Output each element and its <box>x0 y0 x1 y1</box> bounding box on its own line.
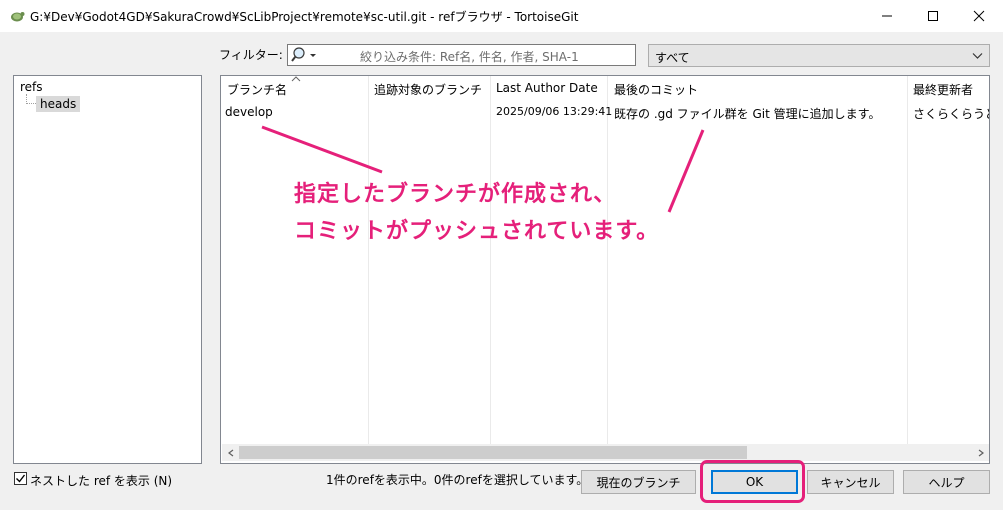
filter-label: フィルター: <box>219 48 283 62</box>
window-title: G:¥Dev¥Godot4GD¥SakuraCrowd¥ScLibProject… <box>30 10 579 24</box>
cell-author-date: 2025/09/06 13:29:41 <box>496 105 613 118</box>
column-header-tracked[interactable]: 追跡対象のブランチ <box>374 81 482 98</box>
minimize-icon <box>882 15 892 17</box>
chevron-left-icon <box>227 449 233 456</box>
maximize-button[interactable] <box>910 0 956 32</box>
annotation-text-line1: 指定したブランチが作成され、 <box>294 182 617 207</box>
current-branch-button[interactable]: 現在のブランチ <box>581 470 696 494</box>
tree-connector <box>26 94 36 104</box>
scroll-right-button[interactable] <box>972 444 989 461</box>
column-header-last-commit[interactable]: 最後のコミット <box>614 81 698 98</box>
sort-ascending-icon <box>291 76 301 82</box>
chevron-right-icon <box>978 449 984 456</box>
ref-list[interactable]: ブランチ名 追跡対象のブランチ Last Author Date 最後のコミット… <box>220 75 990 464</box>
filter-input[interactable]: 絞り込み条件: Ref名, 件名, 作者, SHA-1 <box>287 44 636 66</box>
column-header-branch[interactable]: ブランチ名 <box>227 81 287 98</box>
filter-placeholder: 絞り込み条件: Ref名, 件名, 作者, SHA-1 <box>360 50 579 64</box>
tree-node-refs[interactable]: refs <box>20 80 43 94</box>
magnifier-icon[interactable] <box>290 46 318 64</box>
cancel-button[interactable]: キャンセル <box>807 470 894 494</box>
help-button[interactable]: ヘルプ <box>903 470 990 494</box>
minimize-button[interactable] <box>864 0 910 32</box>
chevron-down-icon <box>972 53 983 59</box>
close-button[interactable] <box>956 0 1002 32</box>
ref-tree[interactable]: refs heads <box>13 75 202 464</box>
annotation-text-line2: コミットがプッシュされています。 <box>294 219 660 244</box>
column-divider[interactable] <box>607 76 608 444</box>
column-divider[interactable] <box>907 76 908 444</box>
column-header-author-date[interactable]: Last Author Date <box>496 81 598 95</box>
maximize-icon <box>928 11 938 21</box>
filter-scope-value: すべて <box>655 51 690 65</box>
close-icon <box>973 10 985 22</box>
nested-ref-label[interactable]: ネストした ref を表示 (N) <box>30 472 172 489</box>
status-text: 1件のrefを表示中。0件のrefを選択しています。 <box>326 473 589 487</box>
cell-branch[interactable]: develop <box>225 105 273 119</box>
cell-last-commit: 既存の .gd ファイル群を Git 管理に追加します。 <box>614 107 881 121</box>
column-divider[interactable] <box>490 76 491 444</box>
checkmark-icon <box>16 474 26 483</box>
ok-highlight-frame <box>700 460 805 503</box>
tortoisegit-app-icon <box>11 12 25 22</box>
scroll-thumb[interactable] <box>239 446 747 459</box>
cell-last-updater: さくらくらうど <box>913 107 990 121</box>
column-header-last-updater[interactable]: 最終更新者 <box>913 81 973 98</box>
scroll-left-button[interactable] <box>222 444 239 461</box>
nested-ref-checkbox[interactable] <box>14 472 27 485</box>
title-bar[interactable]: G:¥Dev¥Godot4GD¥SakuraCrowd¥ScLibProject… <box>0 0 1003 32</box>
filter-scope-select[interactable]: すべて <box>648 44 990 67</box>
column-divider[interactable] <box>368 76 369 444</box>
horizontal-scrollbar[interactable] <box>222 444 989 461</box>
tree-node-heads[interactable]: heads <box>36 96 81 112</box>
